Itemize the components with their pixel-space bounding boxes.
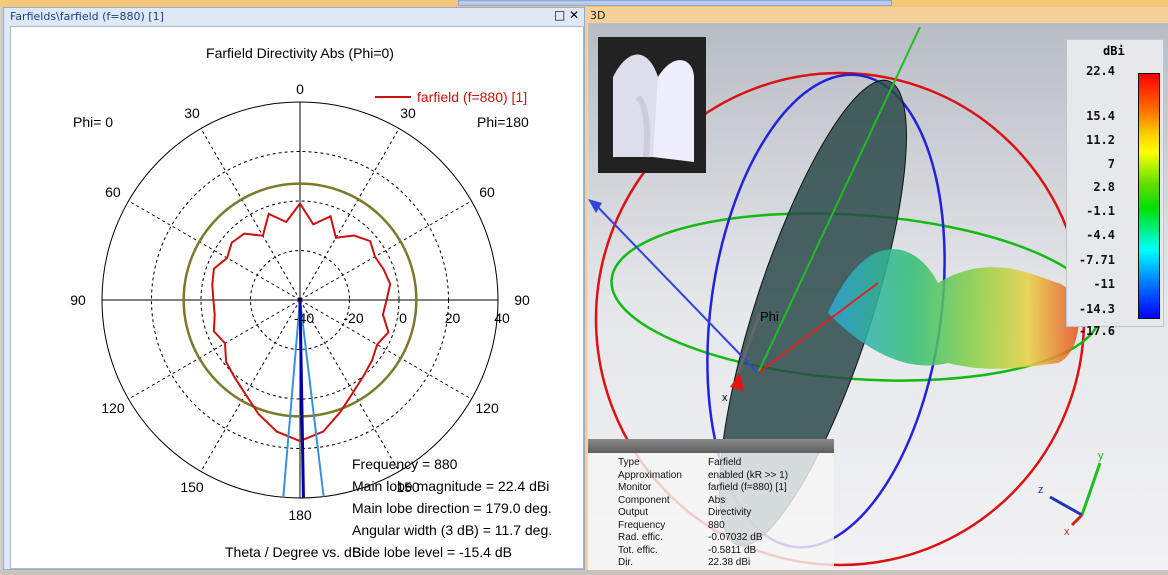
- triad-z-label: z: [1038, 484, 1044, 496]
- colorbar-tick: -17.6: [1078, 324, 1115, 338]
- triad-x-label: x: [1064, 526, 1070, 538]
- annotation-line: Main lobe direction = 179.0 deg.: [352, 500, 552, 516]
- polar-plot: Farfield Directivity Abs (Phi=0) 0 180 30 30…: [10, 26, 584, 569]
- radial-tick: -20: [343, 310, 363, 326]
- info-value: -0.5811 dB: [708, 544, 757, 556]
- annotation-line: Angular width (3 dB) = 11.7 deg.: [352, 522, 552, 538]
- colorbar-tick: 22.4: [1086, 64, 1115, 78]
- 3d-window: 3D Phi x y z x dBi 22.4 15.4 11.2 7 2.8 -1.1 -…: [586, 7, 1168, 570]
- colorbar-tick: -14.3: [1078, 302, 1115, 316]
- angle-tick: 60: [105, 184, 121, 200]
- polar-chart: Farfield Directivity Abs (Phi=0) 0 180 30 30…: [70, 45, 552, 560]
- angle-tick: 180: [288, 507, 312, 523]
- maximize-icon[interactable]: □: [554, 8, 565, 22]
- document-tab[interactable]: [458, 0, 892, 6]
- colorbar-tick: 15.4: [1086, 109, 1115, 123]
- triad-y-label: y: [1098, 450, 1104, 462]
- angle-tick: 30: [400, 105, 416, 121]
- info-label: Component: [618, 494, 670, 506]
- angle-tick: 0: [296, 81, 304, 97]
- info-value: 880: [708, 519, 725, 531]
- phi-axis-label: Phi: [760, 309, 779, 324]
- colorbar-tick: -7.71: [1078, 253, 1115, 267]
- status-bar: [0, 570, 1168, 575]
- angle-tick: 90: [514, 292, 530, 308]
- colorbar-tick: 2.8: [1093, 180, 1115, 194]
- grid-spoke: [299, 200, 472, 301]
- radial-tick: 0: [399, 310, 407, 326]
- x-axis-label: x: [722, 392, 728, 404]
- legend-label: farfield (f=880) [1]: [417, 89, 527, 105]
- info-label: Rad. effic.: [618, 532, 663, 543]
- radial-tick: 40: [494, 310, 510, 326]
- info-value: -0.07032 dB: [708, 532, 763, 543]
- radial-tick: -40: [294, 310, 314, 326]
- colorbar-tick: -4.4: [1086, 228, 1115, 242]
- info-label: Frequency: [618, 519, 666, 531]
- info-label: Tot. effic.: [618, 544, 658, 556]
- farfield-plot-window: Farfields\farfield (f=880) [1] □ ✕ Farfi…: [3, 7, 585, 570]
- close-icon[interactable]: ✕: [569, 8, 579, 22]
- info-value: Abs: [708, 494, 726, 506]
- window-title: Farfields\farfield (f=880) [1]: [10, 10, 164, 23]
- info-label: Output: [618, 507, 649, 518]
- phi-left-label: Phi= 0: [73, 114, 113, 130]
- info-value: enabled (kR >> 1): [708, 469, 789, 481]
- colorbar-unit: dBi: [1103, 44, 1125, 58]
- phi-right-label: Phi=180: [477, 114, 529, 130]
- info-value: Directivity: [708, 507, 752, 518]
- colorbar-tick: 11.2: [1086, 133, 1115, 147]
- colorbar: [1138, 73, 1160, 319]
- info-header: [588, 439, 834, 453]
- info-value: farfield (f=880) [1]: [708, 482, 787, 493]
- grid-spoke: [200, 299, 301, 472]
- angle-tick: 120: [101, 400, 125, 416]
- info-value: Farfield: [708, 457, 742, 468]
- angle-tick: 60: [479, 184, 495, 200]
- x-axis-label: Theta / Degree vs. dBi: [225, 544, 364, 560]
- info-label: Monitor: [618, 482, 652, 493]
- chart-title: Farfield Directivity Abs (Phi=0): [206, 45, 394, 61]
- angle-tick: 90: [70, 292, 86, 308]
- grid-spoke: [299, 128, 400, 301]
- angle-tick: 150: [180, 479, 204, 495]
- info-value: 22.38 dBi: [708, 557, 751, 568]
- angle-tick: 120: [475, 400, 499, 416]
- colorbar-tick: -11: [1093, 277, 1115, 291]
- colorbar-tick: 7: [1107, 157, 1115, 171]
- info-label: Approximation: [618, 469, 682, 481]
- window-title-3d: 3D: [590, 9, 606, 22]
- angle-tick: 30: [184, 105, 200, 121]
- grid-spoke: [200, 128, 301, 301]
- annotation-line: Side lobe level = -15.4 dB: [352, 544, 512, 560]
- info-overlay: Type Farfield Approximation enabled (kR >> …: [588, 439, 834, 570]
- 3d-view[interactable]: Phi x y z x dBi 22.4 15.4 11.2 7 2.8 -1.1 -4.4…: [588, 23, 1168, 570]
- info-label: Dir.: [618, 557, 633, 568]
- colorbar-legend: dBi 22.4 15.4 11.2 7 2.8 -1.1 -4.4 -7.71 -11 -14.…: [1066, 39, 1164, 338]
- info-label: Type: [618, 457, 640, 468]
- annotation-line: Frequency = 880: [352, 456, 458, 472]
- structure-thumbnail: [598, 37, 706, 173]
- radial-tick: 20: [445, 310, 461, 326]
- colorbar-tick: -1.1: [1086, 204, 1115, 218]
- annotation-line: Main lobe magnitude = 22.4 dBi: [352, 478, 549, 494]
